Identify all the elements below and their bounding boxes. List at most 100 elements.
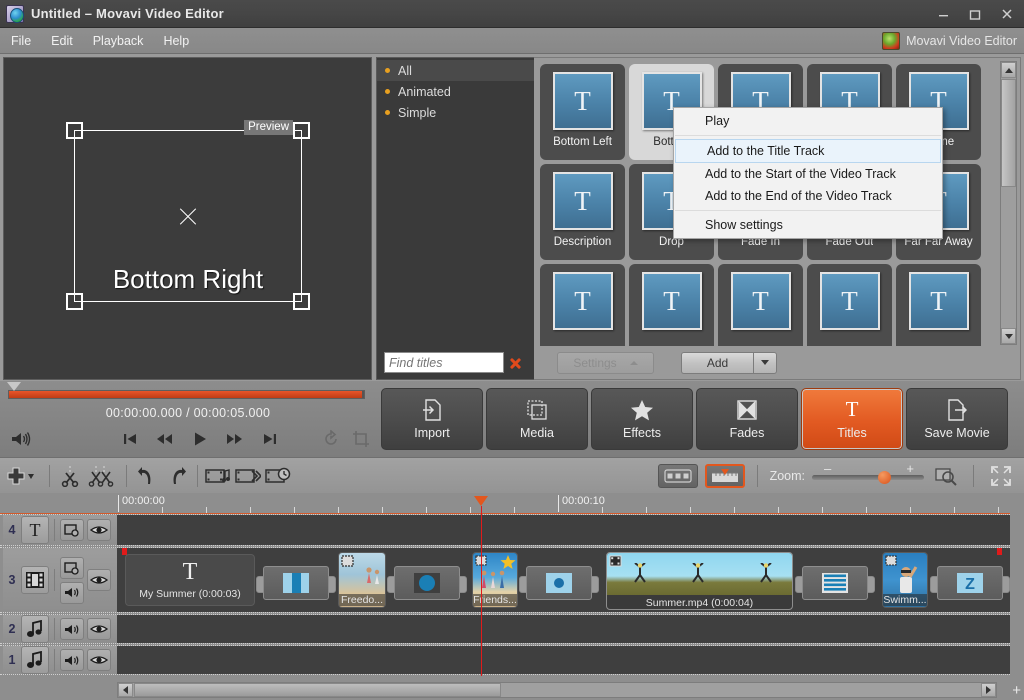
skip-end-icon[interactable] xyxy=(257,426,283,452)
resize-handle-top-right[interactable] xyxy=(293,122,310,139)
eye-icon[interactable] xyxy=(87,519,111,541)
add-track-button[interactable]: + xyxy=(1012,682,1021,699)
minimize-icon[interactable] xyxy=(928,0,959,28)
menu-edit[interactable]: Edit xyxy=(42,31,82,51)
rotate-icon[interactable] xyxy=(318,426,344,452)
volume-icon[interactable] xyxy=(8,426,34,452)
timeline-clip-image[interactable]: Friends... xyxy=(472,552,518,608)
menu-help[interactable]: Help xyxy=(154,31,198,51)
track-body[interactable]: T My Summer (0:00:03) Freedo... Friends.… xyxy=(117,548,1010,612)
settings-icon[interactable] xyxy=(60,519,84,541)
zoom-slider[interactable]: – + xyxy=(812,461,924,487)
context-menu-item-play[interactable]: Play xyxy=(674,110,942,132)
settings-button[interactable]: Settings xyxy=(557,351,654,374)
split-all-button[interactable] xyxy=(85,462,121,490)
title-T-icon: T xyxy=(182,559,198,585)
timeline-transition[interactable] xyxy=(519,566,599,600)
track-body[interactable] xyxy=(117,646,1010,674)
fades-button[interactable]: Fades xyxy=(696,388,798,450)
titles-button[interactable]: T Titles xyxy=(801,388,903,450)
timeline-clip-image[interactable]: Swimm... xyxy=(882,552,928,608)
media-button[interactable]: Media xyxy=(486,388,588,450)
preview-panel[interactable]: Preview Bottom Right xyxy=(3,57,372,380)
seek-bar[interactable] xyxy=(7,382,368,400)
resize-handle-bottom-right[interactable] xyxy=(293,293,310,310)
track-body[interactable] xyxy=(117,615,1010,643)
import-button[interactable]: Import xyxy=(381,388,483,450)
category-item-simple[interactable]: Simple xyxy=(377,102,534,123)
search-input[interactable] xyxy=(384,352,504,373)
ruler-label: 00:00:00 xyxy=(118,495,165,512)
redo-button[interactable] xyxy=(162,462,192,490)
context-menu-item-add-to-end-of-video-track[interactable]: Add to the End of the Video Track xyxy=(674,185,942,207)
timeline-horizontal-scrollbar[interactable] xyxy=(117,682,997,698)
timeline-mode-button[interactable] xyxy=(704,464,745,488)
timeline-clip-title[interactable]: T My Summer (0:00:03) xyxy=(125,554,255,606)
eye-icon[interactable] xyxy=(87,569,111,591)
settings-icon[interactable] xyxy=(60,556,84,579)
timeline-clip-video[interactable]: Summer.mp4 (0:00:04) xyxy=(606,552,793,610)
timeline-transition[interactable] xyxy=(256,566,336,600)
add-button[interactable]: Add xyxy=(681,351,753,374)
fast-forward-icon[interactable] xyxy=(222,426,248,452)
close-icon[interactable] xyxy=(990,0,1024,28)
fit-to-screen-icon[interactable] xyxy=(931,462,961,490)
maximize-icon[interactable] xyxy=(959,0,990,28)
undo-button[interactable] xyxy=(132,462,162,490)
skip-start-icon[interactable] xyxy=(117,426,143,452)
effects-button[interactable]: Effects xyxy=(591,388,693,450)
crop-icon[interactable] xyxy=(348,426,374,452)
context-menu-item-add-to-start-of-video-track[interactable]: Add to the Start of the Video Track xyxy=(674,163,942,185)
category-item-animated[interactable]: Animated xyxy=(377,81,534,102)
timeline-clip-image[interactable]: Freedo... xyxy=(338,552,386,608)
save-movie-button[interactable]: Save Movie xyxy=(906,388,1008,450)
speaker-icon[interactable] xyxy=(60,581,84,604)
title-tile[interactable]: T Bottom Left xyxy=(540,64,625,160)
speaker-icon[interactable] xyxy=(60,618,84,640)
eye-icon[interactable] xyxy=(87,649,111,671)
seek-handle[interactable] xyxy=(7,382,21,391)
context-menu: Play Add to the Title Track Add to the S… xyxy=(673,107,943,239)
speaker-icon[interactable] xyxy=(60,649,84,671)
clip-audio-button[interactable] xyxy=(203,462,233,490)
scroll-left-icon[interactable] xyxy=(118,683,133,697)
timecode-display: 00:00:00.000 / 00:00:05.000 xyxy=(105,406,271,420)
zoom-slider-knob[interactable] xyxy=(878,471,891,484)
scrollbar-thumb[interactable] xyxy=(1001,79,1016,187)
title-thumb: T xyxy=(552,272,613,330)
scrollbar-thumb[interactable] xyxy=(134,683,501,697)
track-body[interactable] xyxy=(117,515,1010,545)
add-media-button[interactable] xyxy=(0,462,44,490)
eye-icon[interactable] xyxy=(87,618,111,640)
clip-speed-button[interactable] xyxy=(233,462,263,490)
play-icon[interactable] xyxy=(187,426,213,452)
clear-icon[interactable] xyxy=(508,356,522,370)
timeline-ruler[interactable]: 00:00:00 00:00:10 xyxy=(0,493,1010,514)
scroll-down-icon[interactable] xyxy=(1001,328,1016,344)
title-tile[interactable]: T Description xyxy=(540,164,625,260)
context-menu-item-show-settings[interactable]: Show settings xyxy=(674,214,942,236)
scroll-up-icon[interactable] xyxy=(1001,62,1016,78)
clip-duration-button[interactable] xyxy=(263,462,293,490)
resize-handle-top-left[interactable] xyxy=(66,122,83,139)
zoom-slider-track[interactable] xyxy=(812,475,924,480)
timeline-transition[interactable] xyxy=(795,566,875,600)
title-track-icon: T xyxy=(21,516,49,544)
title-selection-box[interactable]: Preview Bottom Right xyxy=(66,120,310,310)
add-dropdown-button[interactable] xyxy=(753,351,777,374)
split-button[interactable] xyxy=(55,462,85,490)
menu-playback[interactable]: Playback xyxy=(84,31,153,51)
titles-vertical-scrollbar[interactable] xyxy=(1000,61,1017,345)
menu-file[interactable]: File xyxy=(2,31,40,51)
category-item-all[interactable]: All xyxy=(377,60,534,81)
resize-handle-bottom-left[interactable] xyxy=(66,293,83,310)
context-menu-item-add-to-title-track[interactable]: Add to the Title Track xyxy=(675,139,941,163)
timeline-transition[interactable] xyxy=(387,566,467,600)
timeline-transition[interactable]: Z xyxy=(930,566,1010,600)
rewind-icon[interactable] xyxy=(152,426,178,452)
playhead-handle[interactable] xyxy=(474,496,488,506)
scroll-right-icon[interactable] xyxy=(981,683,996,697)
media-icon xyxy=(526,399,548,421)
fullscreen-icon[interactable] xyxy=(986,462,1016,490)
storyboard-mode-button[interactable] xyxy=(657,464,698,488)
